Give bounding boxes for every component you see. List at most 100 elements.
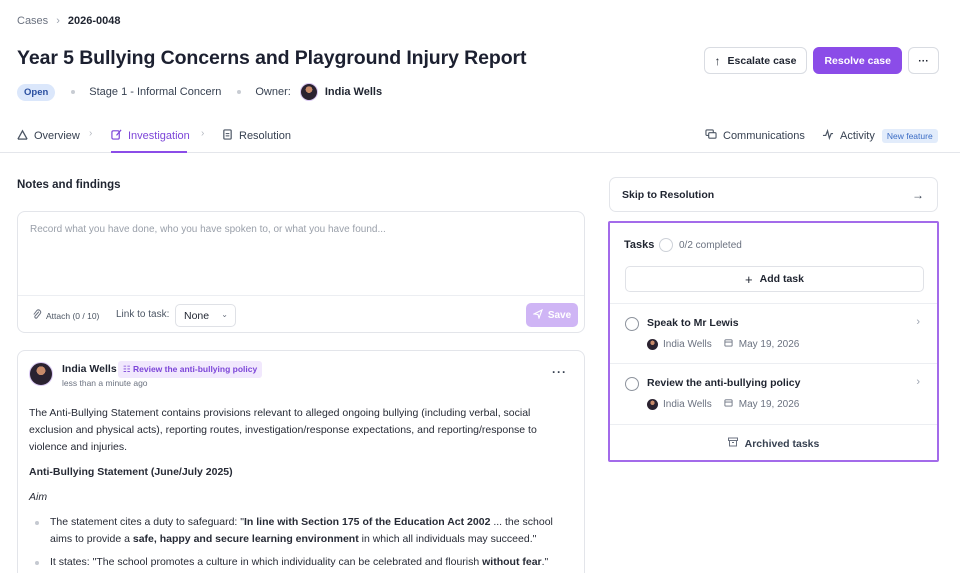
- tab-resolution-label: Resolution: [239, 129, 291, 142]
- note-list: The statement cites a duty to safeguard:…: [29, 514, 574, 571]
- task-due-date: May 19, 2026: [738, 398, 800, 410]
- task-meta: India Wells May 19, 2026: [647, 338, 799, 350]
- task-meta: India Wells May 19, 2026: [647, 398, 799, 410]
- case-tabs: Overview › Investigation › Resolution Co…: [0, 118, 960, 153]
- chevron-right-icon: ›: [89, 128, 93, 139]
- tab-activity[interactable]: Activity New feature: [822, 127, 938, 144]
- archive-icon: [727, 437, 738, 450]
- save-note-label: Save: [547, 309, 572, 321]
- note-subheading: Aim: [29, 491, 48, 503]
- archived-tasks-label: Archived tasks: [744, 437, 820, 450]
- task-item[interactable]: Speak to Mr Lewis India Wells May 19, 20…: [610, 303, 937, 363]
- owner-name[interactable]: India Wells: [325, 86, 382, 98]
- avatar: [647, 398, 658, 410]
- escalate-case-button[interactable]: ↑ Escalate case: [703, 47, 808, 74]
- note-heading: Anti-Bullying Statement (June/July 2025): [29, 466, 233, 478]
- task-name: Review the anti-bullying policy: [647, 377, 801, 389]
- task-complete-checkbox[interactable]: [625, 317, 639, 331]
- avatar: [647, 338, 658, 350]
- clipboard-icon: [222, 128, 233, 143]
- breadcrumb: Cases › 2026-0048: [17, 15, 120, 27]
- new-feature-badge: New feature: [881, 128, 938, 143]
- tasks-panel: Tasks 0/2 completed + Add task Speak to …: [608, 221, 939, 462]
- paperclip-icon: [32, 309, 42, 323]
- task-name: Speak to Mr Lewis: [647, 317, 739, 329]
- link-to-task-select[interactable]: None ⌄: [175, 304, 236, 327]
- tab-communications[interactable]: Communications: [705, 127, 805, 144]
- linked-task-label: Review the anti-bullying policy: [132, 364, 258, 374]
- note-composer: Record what you have done, who you have …: [17, 211, 585, 333]
- link-to-task-label: Link to task:: [116, 309, 170, 320]
- archived-tasks-button[interactable]: Archived tasks: [610, 424, 937, 462]
- avatar: [29, 362, 53, 386]
- case-stage: Stage 1 - Informal Concern: [89, 86, 222, 98]
- activity-icon: [822, 128, 834, 143]
- note-author: India Wells: [62, 363, 117, 375]
- tab-resolution[interactable]: Resolution: [222, 127, 291, 144]
- tab-investigation-label: Investigation: [128, 129, 190, 142]
- arrow-right-icon: →: [912, 188, 924, 202]
- tasks-title: Tasks: [624, 239, 655, 251]
- task-complete-checkbox[interactable]: [625, 377, 639, 391]
- task-assignee: India Wells: [663, 398, 712, 410]
- notes-section-title: Notes and findings: [17, 179, 121, 191]
- active-tab-indicator: [111, 151, 187, 153]
- chevron-right-icon: ›: [916, 376, 920, 388]
- progress-ring-icon: [659, 238, 673, 252]
- separator-dot: [71, 90, 76, 94]
- more-icon: ···: [918, 54, 929, 67]
- list-item: It states: "The school promotes a cultur…: [29, 554, 574, 571]
- overview-icon: [17, 129, 28, 143]
- case-meta-row: Open Stage 1 - Informal Concern Owner: I…: [17, 83, 382, 101]
- chat-icon: [705, 128, 717, 143]
- task-assignee: India Wells: [663, 338, 712, 350]
- task-item[interactable]: Review the anti-bullying policy India We…: [610, 363, 937, 423]
- separator-dot: [237, 90, 242, 94]
- add-task-label: Add task: [759, 273, 804, 285]
- arrow-up-icon: ↑: [714, 53, 721, 68]
- list-item: The statement cites a duty to safeguard:…: [29, 514, 574, 548]
- chevron-down-icon: ⌄: [221, 310, 228, 319]
- add-task-button[interactable]: + Add task: [625, 266, 924, 292]
- avatar: [299, 83, 318, 101]
- edit-icon: [111, 129, 122, 143]
- task-due-date: May 19, 2026: [738, 338, 800, 350]
- attach-button[interactable]: Attach (0 / 10): [32, 309, 99, 323]
- more-options-button[interactable]: ···: [908, 47, 939, 74]
- send-icon: [531, 308, 543, 322]
- note-timestamp: less than a minute ago: [62, 378, 148, 388]
- note-body: The Anti-Bullying Statement contains pro…: [29, 405, 574, 573]
- more-icon[interactable]: ···: [552, 365, 567, 379]
- skip-to-resolution-button[interactable]: Skip to Resolution →: [609, 177, 938, 212]
- tab-activity-label: Activity: [840, 129, 875, 142]
- chevron-right-icon: ›: [56, 15, 60, 27]
- resolve-case-label: Resolve case: [824, 54, 891, 67]
- status-badge: Open: [17, 83, 56, 101]
- tab-communications-label: Communications: [723, 129, 805, 142]
- list-icon: ☷: [123, 364, 133, 374]
- plus-icon: +: [745, 271, 753, 287]
- owner-label: Owner:: [255, 86, 291, 98]
- tasks-progress: 0/2 completed: [679, 240, 742, 251]
- note-paragraph: The Anti-Bullying Statement contains pro…: [29, 407, 537, 453]
- note-entry: India Wells ☷ Review the anti-bullying p…: [17, 350, 585, 573]
- header-actions: ↑ Escalate case Resolve case ···: [703, 47, 939, 74]
- calendar-icon: [724, 398, 733, 410]
- chevron-right-icon: ›: [201, 128, 205, 139]
- tab-investigation[interactable]: Investigation: [111, 127, 190, 144]
- chevron-right-icon: ›: [916, 316, 920, 328]
- breadcrumb-current: 2026-0048: [67, 15, 121, 27]
- page-title: Year 5 Bullying Concerns and Playground …: [17, 47, 527, 69]
- note-composer-footer: Attach (0 / 10) Link to task: None ⌄ Sav…: [18, 295, 584, 333]
- link-to-task-value: None: [184, 309, 210, 322]
- escalate-case-label: Escalate case: [727, 54, 797, 67]
- tab-overview-label: Overview: [34, 129, 80, 142]
- tab-overview[interactable]: Overview: [17, 127, 80, 144]
- resolve-case-button[interactable]: Resolve case: [813, 47, 902, 74]
- note-input[interactable]: Record what you have done, who you have …: [30, 224, 386, 235]
- breadcrumb-cases-link[interactable]: Cases: [17, 15, 48, 27]
- skip-to-resolution-label: Skip to Resolution: [622, 188, 715, 201]
- attach-label: Attach (0 / 10): [46, 311, 100, 321]
- linked-task-chip[interactable]: ☷ Review the anti-bullying policy: [118, 361, 263, 378]
- save-note-button[interactable]: Save: [526, 303, 578, 327]
